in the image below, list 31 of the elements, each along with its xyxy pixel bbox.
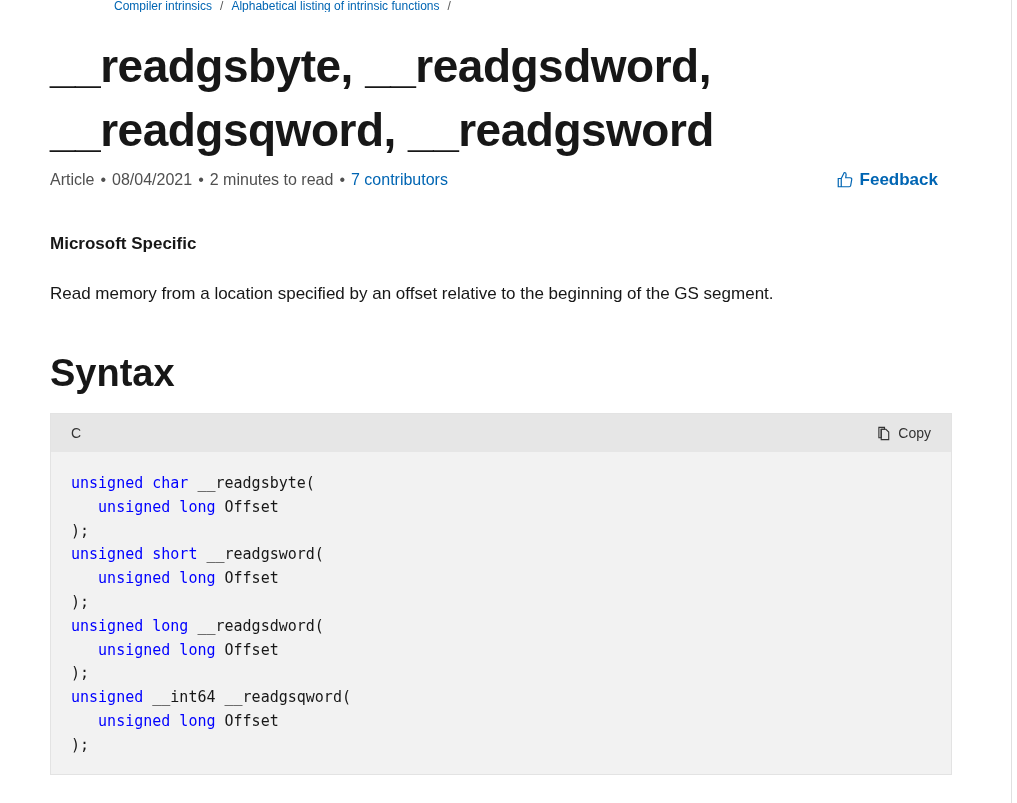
breadcrumb-separator: /: [220, 0, 224, 12]
section-heading: Syntax: [50, 352, 176, 395]
code-line: );: [71, 734, 91, 756]
specific-label: Microsoft Specific: [50, 234, 198, 254]
bullet-separator: •: [339, 171, 345, 189]
thumbs-up-icon: [835, 171, 854, 189]
code-line: );: [71, 520, 91, 542]
code-line: unsigned __int64 __readgsqword(: [71, 687, 352, 709]
article-date: 08/04/2021: [112, 171, 193, 189]
page-title: __readgsbyte, __readgsdword, __readgsqword, __readgsword: [50, 39, 715, 158]
code-language: C: [71, 425, 82, 441]
code-line: unsigned long Offset: [97, 496, 280, 518]
copy-button[interactable]: Copy: [871, 424, 937, 442]
code-line: unsigned long Offset: [97, 710, 280, 732]
breadcrumb-link[interactable]: Compiler intrinsics: [114, 0, 213, 12]
breadcrumb-separator: /: [447, 0, 451, 12]
code-line: unsigned short __readgsword(: [71, 544, 325, 566]
code-line: );: [71, 663, 91, 685]
description-text: Read memory from a location specified by an offset relative to the beginning of the GS segment.: [50, 284, 775, 304]
feedback-button[interactable]: Feedback: [835, 170, 938, 190]
read-time: 2 minutes to read: [209, 171, 334, 189]
bullet-separator: •: [198, 171, 204, 189]
code-line: unsigned long Offset: [97, 568, 280, 590]
code-line: unsigned long Offset: [97, 639, 280, 661]
code-line: );: [71, 592, 91, 613]
contributors-link[interactable]: 7 contributors: [351, 171, 448, 189]
code-line: unsigned char __readgsbyte(: [71, 473, 316, 494]
code-line: unsigned long __readgsdword(: [71, 615, 325, 637]
bullet-separator: •: [100, 171, 107, 189]
breadcrumb-link[interactable]: Alphabetical listing of intrinsic functions: [231, 0, 440, 12]
article-type: Article: [50, 171, 95, 189]
